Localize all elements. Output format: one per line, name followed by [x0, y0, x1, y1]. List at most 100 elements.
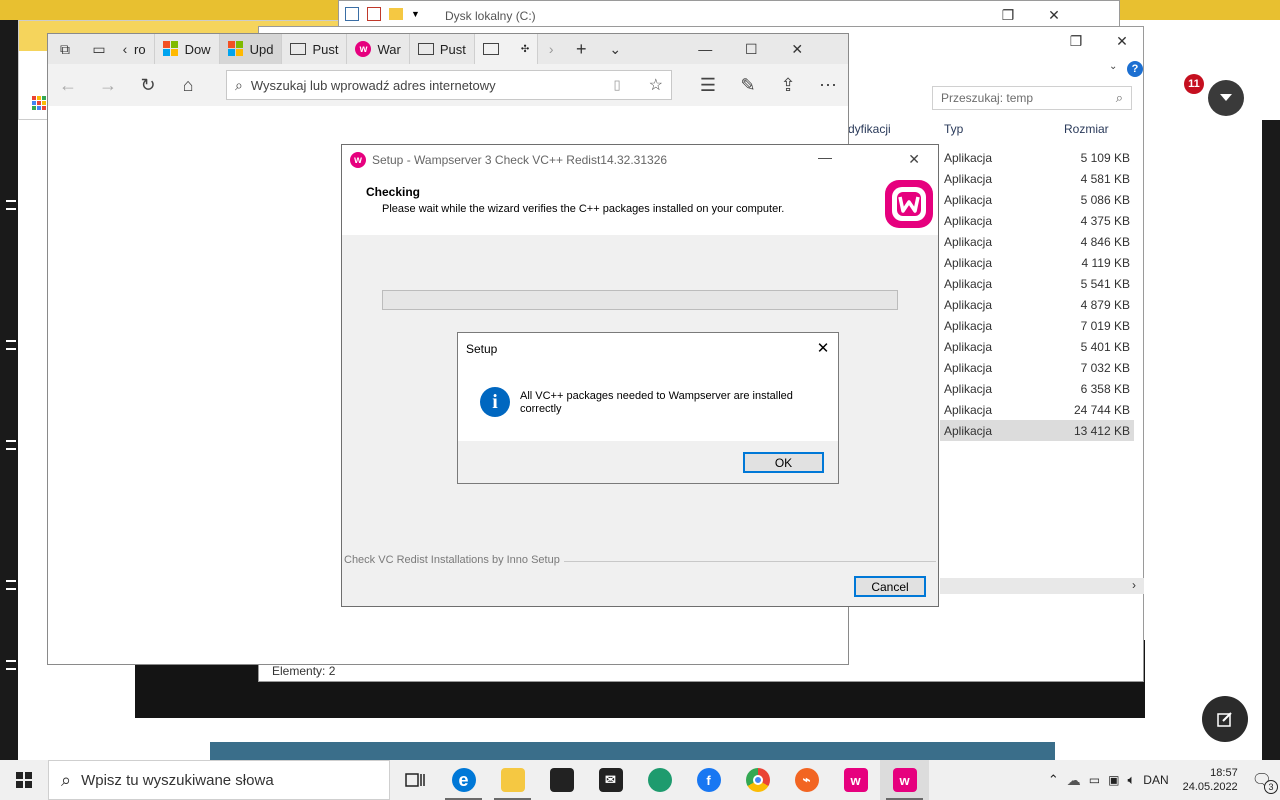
checkmark-icon[interactable]	[367, 7, 381, 21]
chrome-icon	[745, 768, 770, 792]
taskbar-feed-app[interactable]: ⌁	[782, 760, 831, 800]
refresh-button[interactable]: ↻	[128, 64, 168, 106]
chevron-down-icon[interactable]	[1208, 80, 1244, 116]
file-row[interactable]: Aplikacja 4 879 KB	[940, 294, 1134, 315]
tab-aside-icon[interactable]: ⧉	[48, 34, 82, 64]
horizontal-scrollbar[interactable]	[940, 578, 1144, 594]
taskbar-wampserver-setup[interactable]: w	[880, 760, 929, 800]
file-row[interactable]: Aplikacja 6 358 KB	[940, 378, 1134, 399]
help-icon[interactable]: ?	[1127, 61, 1143, 77]
taskbar-file-explorer[interactable]	[488, 760, 537, 800]
file-row[interactable]: Aplikacja 5 541 KB	[940, 273, 1134, 294]
file-row[interactable]: Aplikacja 4 375 KB	[940, 210, 1134, 231]
new-tab-page-icon	[482, 43, 499, 55]
file-row[interactable]: Aplikacja 13 412 KB	[940, 420, 1134, 441]
file-row[interactable]: Aplikacja 7 032 KB	[940, 357, 1134, 378]
new-tab-button[interactable]: +	[564, 34, 598, 64]
close-button[interactable]: ✕	[1099, 27, 1145, 55]
file-row[interactable]: Aplikacja 7 019 KB	[940, 315, 1134, 336]
tabs-preview-icon[interactable]: ▭	[82, 34, 116, 64]
edge-tab-4[interactable]: Pust	[282, 34, 348, 64]
cancel-button[interactable]: Cancel	[854, 576, 926, 597]
loading-icon: ✣	[520, 43, 530, 55]
taskbar-mail[interactable]: ✉	[586, 760, 635, 800]
restore-button[interactable]: ❐	[1053, 27, 1099, 55]
edge-toolbar: ← → ↻ ⌂ ⌕ Wyszukaj lub wprowadź adres in…	[48, 64, 848, 106]
language-indicator[interactable]: DAN	[1143, 773, 1168, 787]
file-type: Aplikacja	[944, 381, 993, 396]
power-icon[interactable]: ▭	[1089, 773, 1100, 787]
column-type[interactable]: Typ	[944, 122, 963, 136]
close-button[interactable]: ✕	[810, 337, 836, 359]
favorites-hub-icon[interactable]: ☰	[688, 64, 728, 106]
column-size[interactable]: Rozmiar	[1064, 122, 1109, 136]
taskbar-chrome[interactable]	[733, 760, 782, 800]
task-view-button[interactable]	[390, 760, 439, 800]
close-button[interactable]: ✕	[908, 151, 920, 168]
edit-icon[interactable]	[1202, 696, 1248, 742]
file-row[interactable]: Aplikacja 5 109 KB	[940, 147, 1134, 168]
edge-address-bar[interactable]: ⌕ Wyszukaj lub wprowadź adres internetow…	[226, 70, 672, 100]
ribbon-expand-icon[interactable]: ⌄	[1109, 61, 1117, 72]
web-note-icon[interactable]: ✎	[728, 64, 768, 106]
wampserver-icon: w	[355, 41, 372, 57]
system-tray: ⌃ ☁ ▭ ▣ 🔈︎ DAN 18:57 24.05.2022 🗨︎ 3	[1048, 760, 1280, 800]
taskbar-edge-legacy[interactable]: e	[439, 760, 488, 800]
message-dialog[interactable]: Setup ✕ i All VC++ packages needed to Wa…	[457, 332, 839, 484]
edge-tab-6[interactable]: Pust	[410, 34, 475, 64]
more-options-icon[interactable]: ⋯	[808, 64, 848, 106]
close-button[interactable]: ✕	[774, 34, 820, 64]
home-button[interactable]: ⌂	[168, 64, 208, 106]
file-row[interactable]: Aplikacja 4 119 KB	[940, 252, 1134, 273]
network-icon[interactable]: ▣	[1108, 773, 1119, 787]
start-button[interactable]	[0, 760, 48, 800]
file-row[interactable]: Aplikacja 5 086 KB	[940, 189, 1134, 210]
scroll-tabs-right-icon[interactable]: ›	[538, 34, 564, 64]
taskbar-search-input[interactable]: ⌕ Wpisz tu wyszukiwane słowa	[48, 760, 390, 800]
file-row[interactable]: Aplikacja 4 846 KB	[940, 231, 1134, 252]
close-button[interactable]: ✕	[1031, 1, 1077, 29]
column-modified[interactable]: dyfikacji	[848, 122, 891, 136]
show-hidden-icons[interactable]: ⌃	[1048, 772, 1059, 788]
apps-grid-icon[interactable]	[32, 96, 46, 110]
file-row[interactable]: Aplikacja 5 401 KB	[940, 336, 1134, 357]
file-type: Aplikacja	[944, 318, 993, 333]
folder-icon[interactable]	[389, 8, 403, 20]
chevron-down-icon[interactable]: ▼	[411, 9, 420, 19]
favorite-star-icon[interactable]: ☆	[649, 75, 663, 95]
file-row[interactable]: Aplikacja 4 581 KB	[940, 168, 1134, 189]
reading-view-icon[interactable]: ▯	[614, 77, 621, 93]
taskbar-wampserver[interactable]: w	[831, 760, 880, 800]
properties-icon[interactable]	[345, 7, 359, 21]
edge-tab-active[interactable]: ✣	[474, 34, 539, 64]
explorer-search-input[interactable]: Przeszukaj: temp ⌕	[932, 86, 1132, 110]
edge-tab-2[interactable]: Dow	[155, 34, 220, 64]
maximize-button[interactable]: ☐	[728, 34, 774, 64]
info-icon: i	[480, 387, 510, 417]
wampserver-icon: w	[892, 768, 917, 792]
scroll-tabs-left-icon[interactable]: ‹	[116, 34, 134, 64]
back-button[interactable]: ←	[48, 64, 88, 106]
file-type: Aplikacja	[944, 171, 993, 186]
share-icon[interactable]: ⇪	[768, 64, 808, 106]
scroll-right-icon[interactable]: ›	[1132, 578, 1136, 592]
show-tabs-icon[interactable]: ⌄	[598, 34, 632, 64]
file-row[interactable]: Aplikacja 24 744 KB	[940, 399, 1134, 420]
restore-button[interactable]: ❐	[985, 1, 1031, 29]
clock[interactable]: 18:57 24.05.2022	[1183, 766, 1238, 794]
file-size: 13 412 KB	[1073, 423, 1130, 438]
ok-button[interactable]: OK	[743, 452, 824, 473]
notifications-icon[interactable]: 🗨︎ 3	[1252, 770, 1278, 794]
edge-tab-3[interactable]: Upd	[219, 34, 283, 64]
onedrive-icon[interactable]: ☁	[1067, 772, 1081, 789]
edge-tab-1[interactable]: ro	[134, 34, 155, 64]
taskbar-store[interactable]	[537, 760, 586, 800]
explorer-window-back[interactable]: ▼ Dysk lokalny (C:) ❐ ✕	[338, 0, 1120, 28]
edge-tab-5[interactable]: w War	[347, 34, 410, 64]
volume-icon[interactable]: 🔈︎	[1127, 772, 1135, 788]
taskbar-edge[interactable]	[635, 760, 684, 800]
minimize-button[interactable]: —	[818, 149, 832, 165]
minimize-button[interactable]: —	[682, 34, 728, 64]
forward-button[interactable]: →	[88, 64, 128, 106]
taskbar-facebook[interactable]: f	[684, 760, 733, 800]
